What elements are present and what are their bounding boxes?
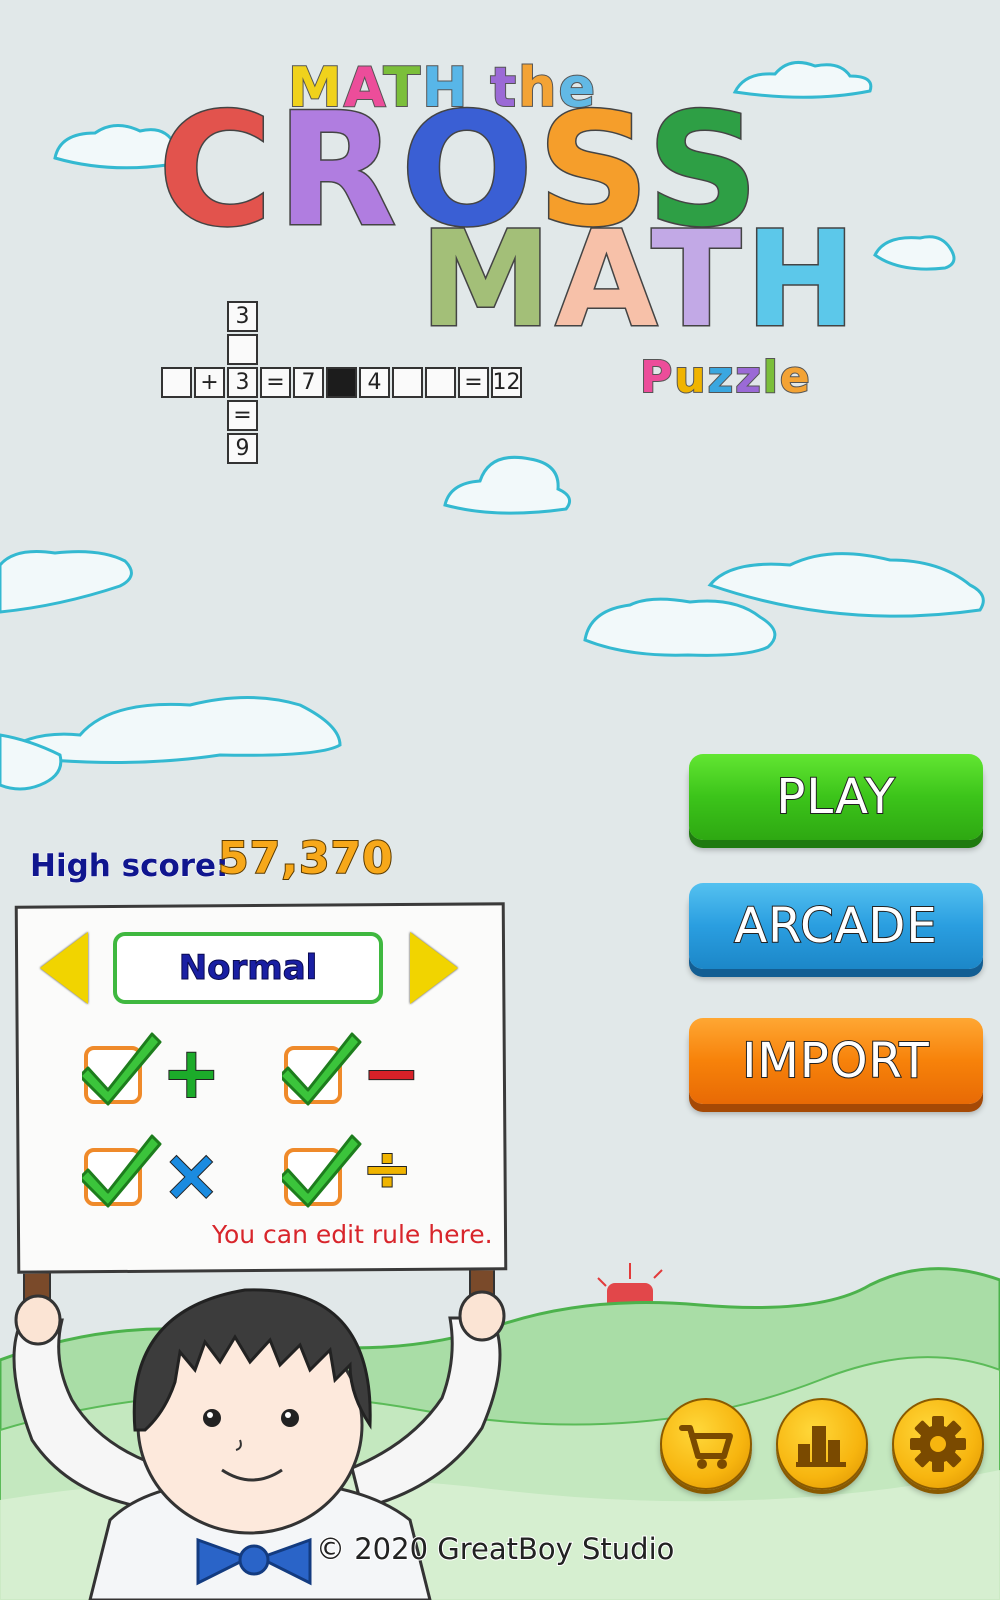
title-puzzle-letter: e [779, 351, 812, 404]
gear-icon [910, 1416, 966, 1472]
play-button[interactable]: PLAY [689, 754, 983, 840]
title-puzzle: Puzzle [639, 351, 812, 404]
mini-grid-cell: 4 [359, 367, 390, 398]
leaderboard-icon [796, 1426, 846, 1467]
settings-button[interactable] [892, 1398, 984, 1490]
title-math-letter: T [650, 203, 746, 357]
mini-grid-cell: + [194, 367, 225, 398]
title-cross-letter: R [275, 79, 401, 261]
mini-grid-cell: 12 [491, 367, 522, 398]
mini-grid-cell: = [458, 367, 489, 398]
mini-grid-cell: = [227, 400, 258, 431]
operator-symbol: − [361, 1031, 422, 1115]
mini-grid-cell [326, 367, 357, 398]
rules-hint: You can edit rule here. [212, 1220, 493, 1249]
mini-grid-cell: 9 [227, 433, 258, 464]
mode-selector[interactable]: Normal [113, 932, 383, 1004]
mini-grid-cell: 3 [227, 301, 258, 332]
mode-next-arrow-icon[interactable] [410, 932, 458, 1004]
arcade-button[interactable]: ARCADE [689, 883, 983, 969]
title-puzzle-letter: l [762, 351, 780, 404]
copyright-footer: © 2020 GreatBoy Studio [315, 1531, 675, 1567]
operator-checkbox[interactable] [282, 1130, 362, 1210]
shop-button[interactable] [660, 1398, 752, 1490]
title-puzzle-letter: z [734, 351, 763, 404]
title-puzzle-letter: z [707, 351, 736, 404]
operator-symbol: ÷ [361, 1133, 413, 1205]
title-cross-letter: C [157, 79, 277, 261]
operator-checkbox[interactable] [82, 1130, 162, 1210]
mode-prev-arrow-icon[interactable] [40, 932, 88, 1004]
title-math-letter: M [418, 203, 556, 357]
title-math-letter: A [554, 203, 652, 357]
operator-checkbox[interactable] [82, 1028, 162, 1108]
title-puzzle-letter: P [639, 351, 675, 404]
title-math-letter: H [744, 203, 860, 357]
cart-icon [679, 1425, 733, 1469]
mini-grid-cell [392, 367, 423, 398]
title-puzzle-letter: u [673, 351, 708, 404]
leaderboard-button[interactable] [776, 1398, 868, 1490]
mini-grid-cell: 7 [293, 367, 324, 398]
operator-checkbox[interactable] [282, 1028, 362, 1108]
high-score-value: 57,370 [217, 832, 394, 885]
mini-grid-cell [425, 367, 456, 398]
import-button[interactable]: IMPORT [689, 1018, 983, 1104]
high-score-label: High score: [29, 848, 229, 885]
mini-grid-cell: 3 [227, 367, 258, 398]
title-math: MATH [418, 213, 860, 348]
mini-grid-cell [161, 367, 192, 398]
mini-grid-cell: = [260, 367, 291, 398]
mini-grid-cell [227, 334, 258, 365]
operator-symbol: × [161, 1133, 222, 1217]
operator-symbol: + [161, 1031, 222, 1115]
